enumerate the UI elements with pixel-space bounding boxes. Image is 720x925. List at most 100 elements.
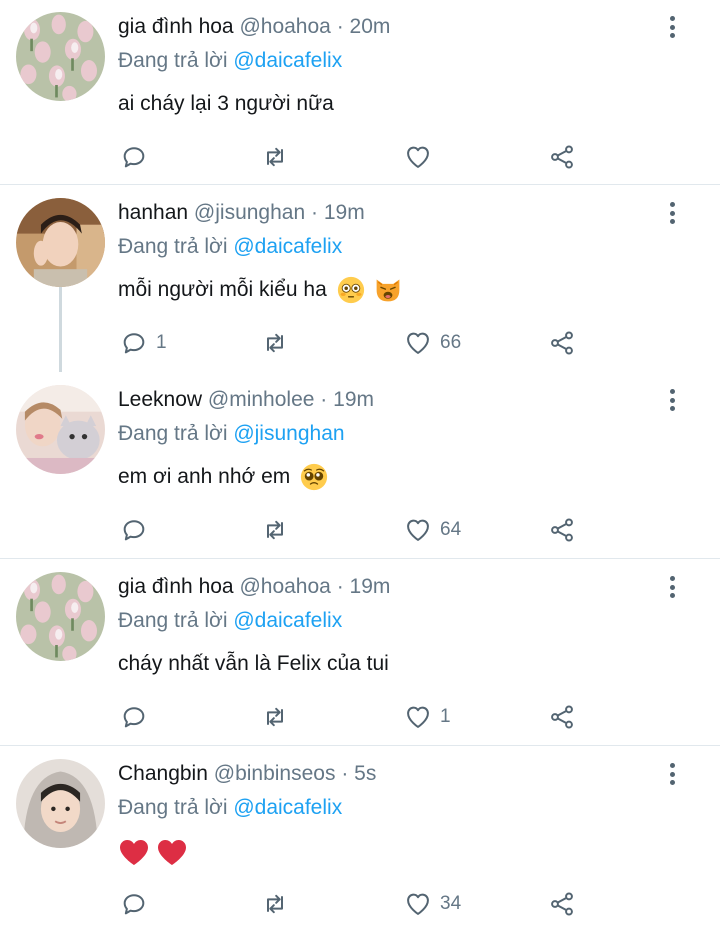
- reply-icon: [123, 894, 145, 915]
- like-button[interactable]: 1: [404, 702, 451, 732]
- tweet[interactable]: gia đình hoa @hoahoa · 20m Đang trả lời …: [0, 0, 720, 185]
- tweet-text: [118, 837, 188, 869]
- tulip-avatar-image: [16, 572, 105, 661]
- tweet-actions: 1: [0, 702, 720, 732]
- share-button[interactable]: [548, 142, 576, 172]
- reply-prefix: Đang trả lời: [118, 49, 228, 72]
- like-button[interactable]: 34: [404, 889, 461, 919]
- more-options-icon[interactable]: [662, 200, 682, 226]
- share-icon: [551, 145, 573, 169]
- timestamp[interactable]: 20m: [350, 15, 391, 38]
- tweet-actions: [0, 142, 720, 172]
- reply-count: 1: [156, 332, 167, 353]
- separator-dot: ·: [311, 201, 318, 224]
- more-options-icon[interactable]: [662, 574, 682, 600]
- author-handle[interactable]: @minholee: [208, 388, 315, 411]
- reply-icon: [123, 520, 145, 541]
- retweet-button[interactable]: [261, 142, 297, 172]
- share-button[interactable]: [548, 889, 576, 919]
- author-handle[interactable]: @hoahoa: [239, 575, 330, 598]
- tweet-text: ai cháy lại 3 người nữa: [118, 90, 334, 118]
- reply-mention-link[interactable]: @daicafelix: [233, 796, 342, 819]
- author-name[interactable]: gia đình hoa: [118, 15, 234, 38]
- reply-mention-link[interactable]: @jisunghan: [233, 422, 344, 445]
- like-button[interactable]: [404, 142, 440, 172]
- tweet[interactable]: hanhan @jisunghan · 19m Đang trả lời @da…: [0, 186, 720, 372]
- timestamp[interactable]: 5s: [354, 762, 376, 785]
- reply-button[interactable]: [120, 515, 156, 545]
- reply-mention-link[interactable]: @daicafelix: [233, 609, 342, 632]
- tweet-actions: 64: [0, 515, 720, 545]
- like-button[interactable]: 66: [404, 328, 461, 358]
- author-handle[interactable]: @binbinseos: [214, 762, 336, 785]
- replying-to: Đang trả lời @daicafelix: [118, 795, 342, 821]
- retweet-button[interactable]: [261, 328, 297, 358]
- retweet-icon: [267, 894, 283, 914]
- author-handle[interactable]: @hoahoa: [239, 15, 330, 38]
- reply-mention-link[interactable]: @daicafelix: [233, 49, 342, 72]
- timestamp[interactable]: 19m: [324, 201, 365, 224]
- heart-outline-icon: [407, 332, 429, 354]
- retweet-icon: [267, 707, 283, 727]
- replying-to: Đang trả lời @daicafelix: [118, 608, 342, 634]
- reply-icon: [123, 147, 145, 168]
- share-button[interactable]: [548, 515, 576, 545]
- separator-dot: ·: [336, 575, 344, 598]
- reply-prefix: Đang trả lời: [118, 235, 228, 258]
- tweet-text-content: ai cháy lại 3 người nữa: [118, 92, 334, 115]
- share-icon: [551, 331, 573, 355]
- hoodie-boy-avatar-image: [16, 759, 105, 848]
- avatar[interactable]: [16, 385, 105, 474]
- separator-dot: ·: [336, 15, 344, 38]
- author-name[interactable]: hanhan: [118, 201, 188, 224]
- share-button[interactable]: [548, 328, 576, 358]
- tweet[interactable]: Changbin @binbinseos · 5s Đang trả lời @…: [0, 747, 720, 925]
- heart-outline-icon: [407, 519, 429, 541]
- avatar[interactable]: [16, 198, 105, 287]
- retweet-button[interactable]: [261, 702, 297, 732]
- reply-button[interactable]: [120, 889, 156, 919]
- more-options-icon[interactable]: [662, 761, 682, 787]
- share-icon: [551, 518, 573, 542]
- author-handle[interactable]: @jisunghan: [194, 201, 305, 224]
- share-icon: [551, 892, 573, 916]
- tweet-text: cháy nhất vẫn là Felix của tui: [118, 650, 389, 678]
- reply-icon: [123, 333, 145, 354]
- avatar[interactable]: [16, 572, 105, 661]
- share-button[interactable]: [548, 702, 576, 732]
- replying-to: Đang trả lời @jisunghan: [118, 421, 345, 447]
- reply-mention-link[interactable]: @daicafelix: [233, 235, 342, 258]
- more-options-icon[interactable]: [662, 14, 682, 40]
- reply-button[interactable]: [120, 142, 156, 172]
- reply-button[interactable]: [120, 702, 156, 732]
- avatar[interactable]: [16, 12, 105, 101]
- author-name[interactable]: Leeknow: [118, 388, 202, 411]
- separator-dot: ·: [341, 762, 349, 785]
- more-options-icon[interactable]: [662, 387, 682, 413]
- reply-prefix: Đang trả lời: [118, 796, 228, 819]
- retweet-button[interactable]: [261, 515, 297, 545]
- tweet[interactable]: gia đình hoa @hoahoa · 19m Đang trả lời …: [0, 560, 720, 746]
- reply-icon: [123, 707, 145, 728]
- flushed-face-emoji: [337, 277, 364, 304]
- share-icon: [551, 705, 573, 729]
- like-count: 1: [440, 706, 451, 727]
- author-name[interactable]: gia đình hoa: [118, 575, 234, 598]
- author-name[interactable]: Changbin: [118, 762, 208, 785]
- tweet[interactable]: Leeknow @minholee · 19m Đang trả lời @ji…: [0, 373, 720, 559]
- replies-feed: gia đình hoa @hoahoa · 20m Đang trả lời …: [0, 0, 720, 925]
- timestamp[interactable]: 19m: [333, 388, 374, 411]
- retweet-button[interactable]: [261, 889, 297, 919]
- tweet-text-content: em ơi anh nhớ em: [118, 465, 291, 488]
- reply-button[interactable]: 1: [120, 328, 167, 358]
- timestamp[interactable]: 19m: [350, 575, 391, 598]
- red-heart-emoji: [120, 840, 148, 865]
- reply-prefix: Đang trả lời: [118, 609, 228, 632]
- tweet-text: em ơi anh nhớ em: [118, 463, 328, 491]
- like-count: 34: [440, 893, 462, 914]
- tweet-text-content: cháy nhất vẫn là Felix của tui: [118, 652, 389, 675]
- avatar[interactable]: [16, 759, 105, 848]
- retweet-icon: [267, 520, 283, 540]
- like-button[interactable]: 64: [404, 515, 461, 545]
- replying-to: Đang trả lời @daicafelix: [118, 48, 342, 74]
